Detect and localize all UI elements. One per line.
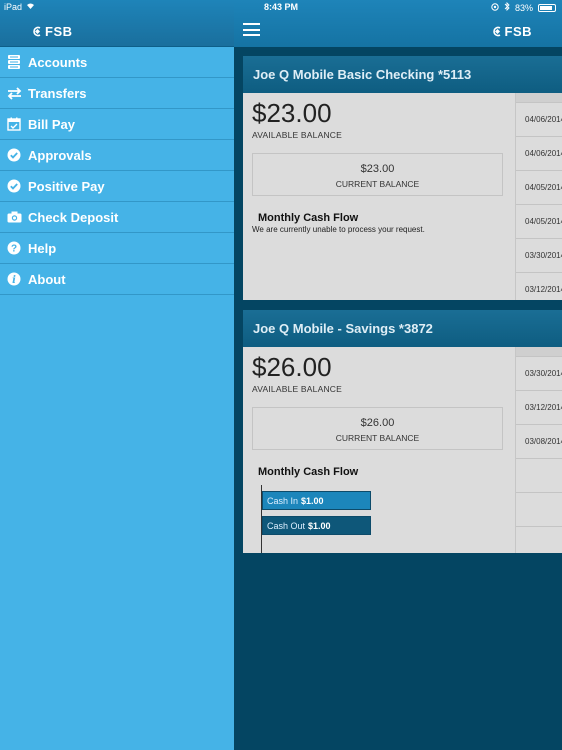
transaction-row[interactable]: 04/06/2014 [516, 103, 562, 137]
transaction-row[interactable]: 04/05/2014 [516, 171, 562, 205]
current-balance-label: CURRENT BALANCE [335, 433, 420, 443]
transaction-row[interactable]: 03/12/2014 [516, 273, 562, 300]
sidebar-item-label: Positive Pay [28, 178, 105, 194]
sidebar-item-help[interactable]: ? Help [0, 233, 234, 264]
current-balance-box: $23.00 CURRENT BALANCE [252, 153, 503, 196]
bluetooth-icon [504, 1, 510, 13]
transaction-row[interactable]: 03/12/2014 [516, 391, 562, 425]
status-bar: iPad 8:43 PM 83% [0, 0, 562, 16]
accounts-icon [6, 54, 22, 70]
sidebar-item-label: Check Deposit [28, 209, 119, 225]
camera-icon [6, 209, 22, 225]
question-circle-icon: ? [6, 240, 22, 256]
hamburger-menu-icon[interactable] [243, 23, 260, 36]
svg-text:?: ? [11, 244, 17, 255]
brand-logo-text: FSB [45, 24, 73, 39]
battery-percent: 83% [514, 2, 533, 13]
transaction-row[interactable]: 03/30/2014 [516, 239, 562, 273]
account-title[interactable]: Joe Q Mobile - Savings *3872 [243, 310, 562, 347]
monthly-cash-flow-title: Monthly Cash Flow [258, 212, 359, 224]
current-balance-box: $26.00 CURRENT BALANCE [252, 407, 503, 450]
transaction-date-column: 04/06/2014 04/06/2014 04/05/2014 04/05/2… [515, 93, 562, 300]
info-circle-icon: i [6, 271, 22, 287]
sidebar-item-accounts[interactable]: Accounts [0, 47, 234, 78]
sidebar-item-transfers[interactable]: Transfers [0, 78, 234, 109]
brand-mark-icon [33, 26, 41, 37]
available-balance-value: $26.00 [252, 352, 332, 382]
account-card-savings[interactable]: Joe Q Mobile - Savings *3872 $26.00 AVAI… [243, 310, 562, 553]
brand-logo: FSB [492, 24, 533, 39]
sidebar: FSB Accounts Transfers Bill Pay Approval… [0, 0, 234, 750]
sidebar-item-label: Transfers [28, 85, 87, 101]
sidebar-item-label: Approvals [28, 147, 92, 163]
transaction-row[interactable]: 03/30/2014 [516, 357, 562, 391]
sidebar-item-approvals[interactable]: Approvals [0, 140, 234, 171]
main-content: FSB Joe Q Mobile Basic Checking *5113 $2… [234, 0, 562, 750]
sidebar-item-about[interactable]: i About [0, 264, 234, 295]
brand-logo-text: FSB [504, 24, 532, 39]
transaction-row[interactable] [516, 493, 562, 527]
sidebar-item-check-deposit[interactable]: Check Deposit [0, 202, 234, 233]
cash-in-label: Cash In [267, 495, 299, 506]
current-balance-label: CURRENT BALANCE [335, 179, 420, 189]
current-balance-value: $23.00 [360, 163, 395, 175]
battery-icon [538, 3, 556, 12]
location-icon [491, 2, 499, 13]
sidebar-item-label: Accounts [28, 54, 88, 70]
account-title[interactable]: Joe Q Mobile Basic Checking *5113 [243, 56, 562, 93]
cash-out-bar: Cash Out $1.00 [262, 516, 371, 535]
brand-mark-icon [492, 26, 500, 37]
transaction-row[interactable] [516, 459, 562, 493]
available-balance-label: AVAILABLE BALANCE [252, 130, 343, 140]
account-card-checking[interactable]: Joe Q Mobile Basic Checking *5113 $23.00… [243, 56, 562, 300]
check-circle-icon [6, 178, 22, 194]
sidebar-item-positive-pay[interactable]: Positive Pay [0, 171, 234, 202]
sidebar-item-label: Bill Pay [28, 116, 75, 132]
status-time: 8:43 PM [263, 2, 298, 12]
svg-text:i: i [12, 275, 16, 286]
sidebar-item-label: About [28, 271, 66, 287]
cash-in-value: $1.00 [301, 495, 324, 506]
sidebar-item-label: Help [28, 240, 57, 256]
available-balance-value: $23.00 [252, 98, 332, 128]
cash-in-bar: Cash In $1.00 [262, 491, 371, 510]
sidebar-item-bill-pay[interactable]: Bill Pay [0, 109, 234, 140]
transaction-date-column: 03/30/2014 03/12/2014 03/08/2014 [515, 347, 562, 553]
transaction-row[interactable]: 04/05/2014 [516, 205, 562, 239]
cash-flow-error-message: We are currently unable to process your … [252, 225, 425, 234]
cash-out-value: $1.00 [308, 520, 331, 531]
available-balance-label: AVAILABLE BALANCE [252, 384, 343, 394]
transaction-row[interactable]: 03/08/2014 [516, 425, 562, 459]
calendar-check-icon [6, 116, 22, 132]
monthly-cash-flow-title: Monthly Cash Flow [258, 466, 359, 478]
check-circle-icon [6, 147, 22, 163]
transaction-row[interactable]: 04/06/2014 [516, 137, 562, 171]
cash-out-label: Cash Out [267, 520, 306, 531]
current-balance-value: $26.00 [360, 417, 395, 429]
transfer-arrows-icon [6, 85, 22, 101]
brand-logo: FSB [32, 24, 73, 39]
